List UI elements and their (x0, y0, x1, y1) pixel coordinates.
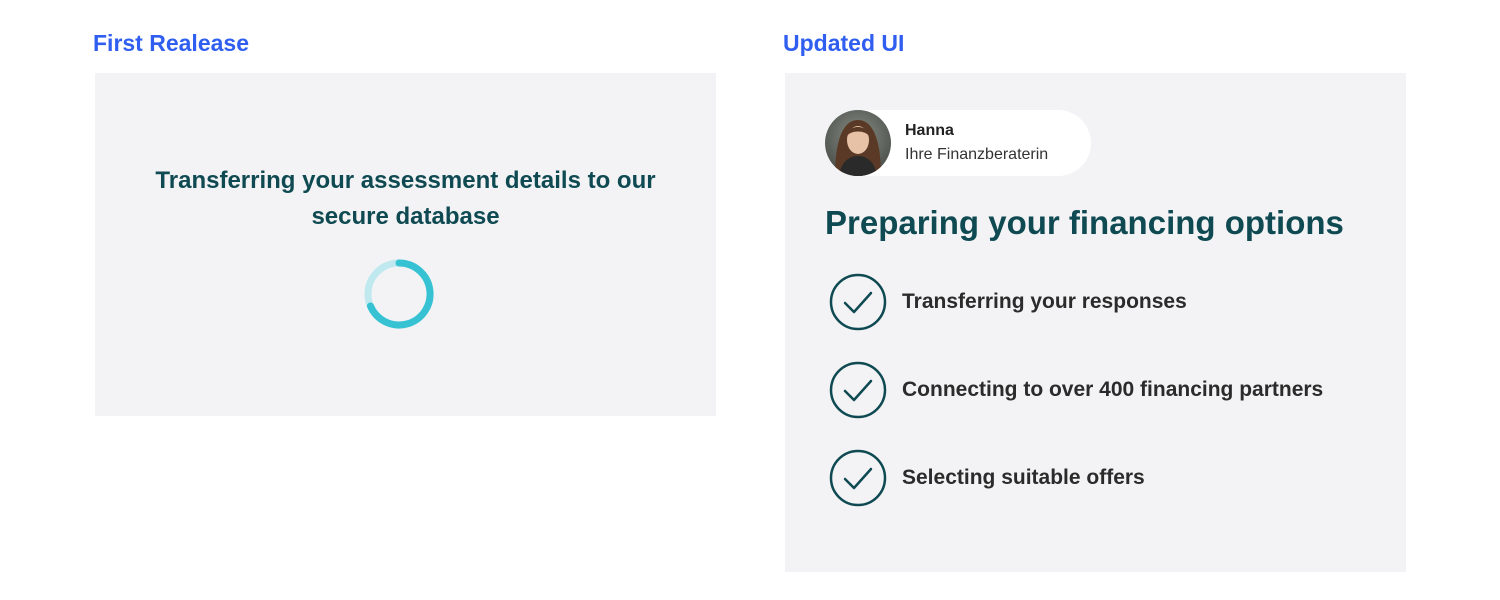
step-label: Connecting to over 400 financing partner… (902, 378, 1324, 401)
transfer-title: Transferring your assessment details to … (155, 167, 656, 230)
step-item: Transferring your responses (828, 272, 1388, 332)
check-circle-icon (829, 361, 887, 419)
advisor-avatar (825, 110, 891, 176)
step-item: Selecting suitable offers (828, 448, 1388, 508)
step-item: Connecting to over 400 financing partner… (828, 360, 1388, 420)
step-label: Transferring your responses (902, 290, 1187, 313)
advisor-chip: Hanna Ihre Finanzberaterin (825, 110, 1091, 176)
check-circle-icon (829, 449, 887, 507)
advisor-role: Ihre Finanzberaterin (905, 146, 1049, 163)
loading-spinner-icon (364, 259, 434, 329)
avatar-portrait-icon (825, 110, 891, 176)
check-circle-icon (829, 273, 887, 331)
step-label: Selecting suitable offers (902, 466, 1145, 489)
section-label-updated-ui: Updated UI (783, 30, 905, 56)
updated-ui-panel: Hanna Ihre Finanzberaterin Preparing you… (785, 73, 1406, 572)
section-label-first-release: First Realease (93, 30, 249, 56)
financing-title: Preparing your financing options (825, 204, 1344, 241)
advisor-name: Hanna (905, 122, 954, 139)
first-release-panel: Transferring your assessment details to … (95, 73, 716, 416)
